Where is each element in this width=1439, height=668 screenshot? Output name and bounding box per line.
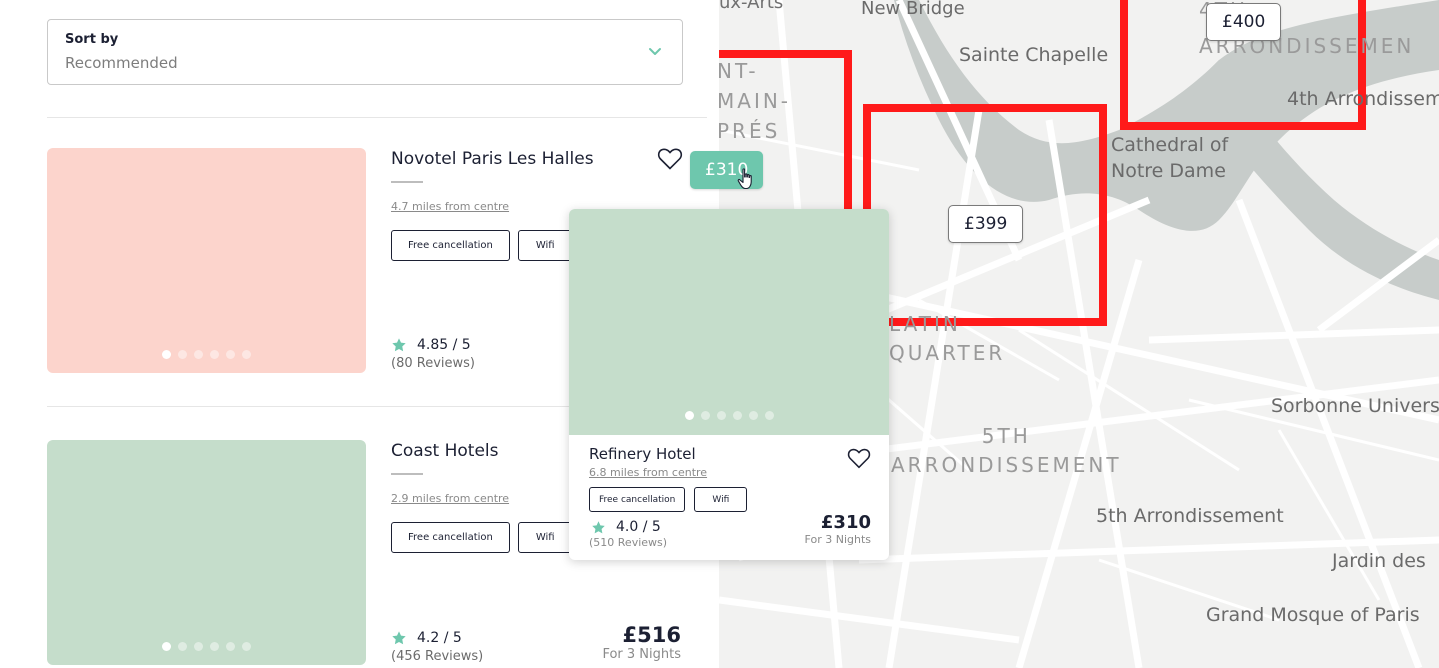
- map-label-grand-mosque: Grand Mosque of Paris: [1206, 604, 1420, 626]
- map-label-latin-quarter: LATIN QUARTER: [889, 312, 1006, 365]
- review-count: (456 Reviews): [391, 649, 484, 664]
- price-nights: For 3 Nights: [602, 647, 681, 662]
- tag-free-cancellation: Free cancellation: [391, 522, 510, 553]
- name-underline: [391, 473, 423, 475]
- heart-icon[interactable]: [657, 147, 683, 171]
- carousel-dot[interactable]: [178, 642, 187, 651]
- carousel-dot[interactable]: [716, 411, 726, 420]
- hotel-image[interactable]: [47, 148, 366, 373]
- price-block: £310 For 3 Nights: [805, 512, 871, 546]
- carousel-dot[interactable]: [242, 350, 251, 359]
- amenity-tags: Free cancellation Wifi: [391, 230, 573, 261]
- hotel-distance[interactable]: 2.9 miles from centre: [391, 492, 509, 505]
- review-count: (510 Reviews): [589, 536, 668, 549]
- map-label-st-germain: NT- MAIN- PRÉS: [719, 59, 792, 143]
- sort-label: Sort by: [65, 32, 119, 47]
- map-price-pin[interactable]: £400: [1206, 3, 1282, 41]
- image-carousel-dots[interactable]: [47, 642, 366, 651]
- pointer-cursor-icon: [737, 168, 752, 190]
- popup-hotel-distance[interactable]: 6.8 miles from centre: [589, 466, 707, 479]
- image-carousel-dots[interactable]: [47, 350, 366, 359]
- hotel-map-popup[interactable]: Refinery Hotel 6.8 miles from centre Fre…: [569, 209, 889, 560]
- heart-icon[interactable]: [847, 447, 871, 470]
- star-icon: [392, 338, 406, 352]
- sort-value: Recommended: [65, 54, 178, 72]
- image-carousel-dots[interactable]: [569, 411, 889, 420]
- tag-wifi: Wifi: [517, 230, 573, 261]
- hotel-image[interactable]: [47, 440, 366, 665]
- star-icon: [592, 520, 605, 533]
- star-icon: [392, 631, 406, 645]
- carousel-dot[interactable]: [732, 411, 742, 420]
- map-label-arts: ux-Arts: [719, 0, 784, 13]
- tag-free-cancellation: Free cancellation: [391, 230, 510, 261]
- rating: 4.2 / 5: [391, 630, 462, 646]
- rating: 4.85 / 5: [391, 337, 471, 353]
- price-nights: For 3 Nights: [804, 533, 871, 546]
- rating-value: 4.85 / 5: [417, 337, 471, 353]
- map-price-pin[interactable]: £399: [948, 205, 1024, 243]
- map-label-5th-district: 5TH ARRONDISSEMENT: [891, 424, 1122, 477]
- popup-hotel-name[interactable]: Refinery Hotel: [589, 445, 696, 463]
- price-amount: £310: [820, 512, 871, 533]
- name-underline: [391, 181, 423, 183]
- map-label-new-bridge: New Bridge: [861, 0, 965, 19]
- carousel-dot[interactable]: [210, 642, 219, 651]
- rating-value: 4.0 / 5: [616, 519, 661, 535]
- popup-hotel-image[interactable]: [569, 209, 889, 435]
- carousel-dot[interactable]: [162, 642, 171, 651]
- carousel-dot[interactable]: [684, 411, 694, 420]
- amenity-tags: Free cancellation Wifi: [589, 487, 748, 512]
- carousel-dot[interactable]: [162, 350, 171, 359]
- rating: 4.0 / 5: [591, 519, 661, 535]
- map-label-sorbonne: Sorbonne Univers: [1271, 395, 1439, 417]
- carousel-dot[interactable]: [194, 642, 203, 651]
- carousel-dot[interactable]: [764, 411, 774, 420]
- amenity-tags: Free cancellation Wifi: [391, 522, 573, 553]
- rating-value: 4.2 / 5: [417, 630, 462, 646]
- map-label-notre-dame: Cathedral of Notre Dame: [1111, 134, 1229, 182]
- price-amount: £516: [622, 623, 681, 647]
- carousel-dot[interactable]: [194, 350, 203, 359]
- carousel-dot[interactable]: [226, 642, 235, 651]
- carousel-dot[interactable]: [226, 350, 235, 359]
- carousel-dot[interactable]: [700, 411, 710, 420]
- map-label-sainte-chapelle: Sainte Chapelle: [959, 44, 1109, 66]
- price-block: £516 For 3 Nights: [602, 623, 681, 662]
- tag-wifi: Wifi: [517, 522, 573, 553]
- divider: [47, 117, 707, 118]
- sort-dropdown[interactable]: Sort by Recommended: [47, 19, 683, 85]
- carousel-dot[interactable]: [242, 642, 251, 651]
- tag-free-cancellation: Free cancellation: [589, 487, 686, 512]
- chevron-down-icon: [649, 48, 661, 55]
- carousel-dot[interactable]: [178, 350, 187, 359]
- tag-wifi: Wifi: [694, 487, 748, 512]
- carousel-dot[interactable]: [210, 350, 219, 359]
- review-count: (80 Reviews): [391, 356, 475, 371]
- hotel-name[interactable]: Coast Hotels: [391, 441, 499, 461]
- map-label-4th-arrondissement: 4th Arrondissem: [1287, 88, 1439, 110]
- hotel-name[interactable]: Novotel Paris Les Halles: [391, 149, 594, 169]
- map-label-jardin: Jardin des: [1332, 550, 1426, 572]
- map-label-5th-arrondissement: 5th Arrondissement: [1096, 505, 1284, 527]
- hotel-distance[interactable]: 4.7 miles from centre: [391, 200, 509, 213]
- carousel-dot[interactable]: [748, 411, 758, 420]
